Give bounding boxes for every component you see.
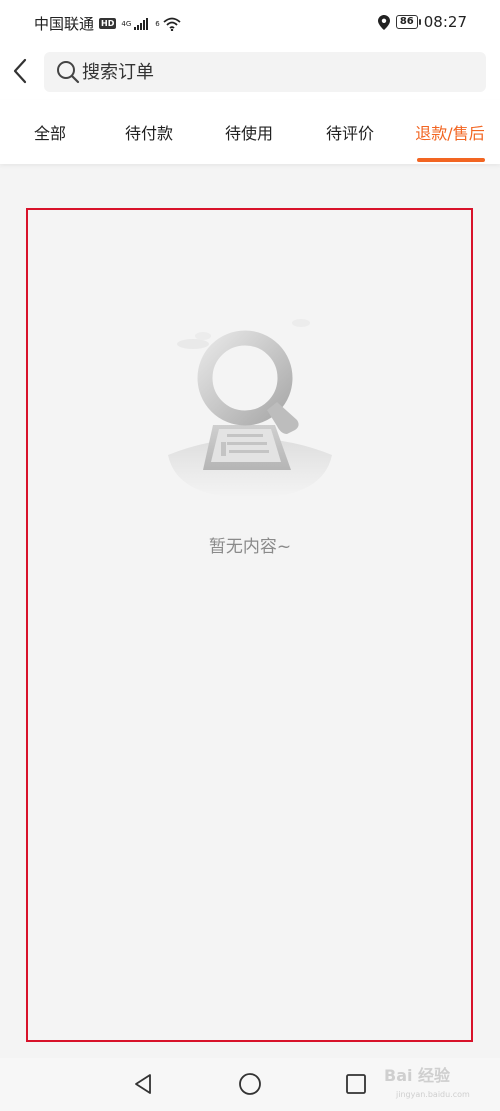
search-header xyxy=(0,46,500,100)
hd-badge: HD xyxy=(99,18,117,29)
tab-all[interactable]: 全部 xyxy=(0,100,100,164)
square-recents-icon xyxy=(346,1074,366,1094)
nav-recents-button[interactable] xyxy=(344,1072,368,1096)
status-left: 中国联通 HD 4G 6 xyxy=(34,13,181,34)
watermark-logo: Bai 经验 xyxy=(384,1066,451,1085)
chevron-left-icon xyxy=(13,58,27,84)
status-bar: 中国联通 HD 4G 6 86 08:27 xyxy=(0,0,500,46)
search-icon xyxy=(57,61,80,84)
triangle-back-icon xyxy=(135,1074,151,1094)
order-tab-bar: 全部 待付款 待使用 待评价 退款/售后 xyxy=(0,100,500,164)
clock: 08:27 xyxy=(423,13,467,31)
empty-search-illustration xyxy=(168,319,332,498)
carrier-name: 中国联通 xyxy=(34,15,95,33)
signal-icon xyxy=(134,17,149,30)
tab-pending-use[interactable]: 待使用 xyxy=(199,100,299,164)
status-right: 86 08:27 xyxy=(377,13,467,31)
nav-home-button[interactable] xyxy=(238,1072,262,1096)
back-button[interactable] xyxy=(8,56,34,86)
active-tab-indicator xyxy=(417,158,485,162)
tab-pending-payment[interactable]: 待付款 xyxy=(99,100,199,164)
search-input[interactable] xyxy=(82,52,472,92)
battery-indicator: 86 xyxy=(395,15,421,29)
search-box[interactable] xyxy=(44,52,486,92)
tab-pending-review[interactable]: 待评价 xyxy=(300,100,400,164)
empty-state-message: 暂无内容~ xyxy=(208,537,292,557)
tab-refund-aftersales[interactable]: 退款/售后 xyxy=(400,100,500,164)
circle-home-icon xyxy=(239,1073,261,1095)
watermark-url: jingyan.baidu.com xyxy=(396,1090,470,1099)
wifi-icon xyxy=(163,17,181,31)
location-icon xyxy=(377,14,390,30)
network-type: 4G xyxy=(121,19,132,28)
nav-back-button[interactable] xyxy=(131,1072,155,1096)
wifi-badge: 6 xyxy=(155,19,160,28)
